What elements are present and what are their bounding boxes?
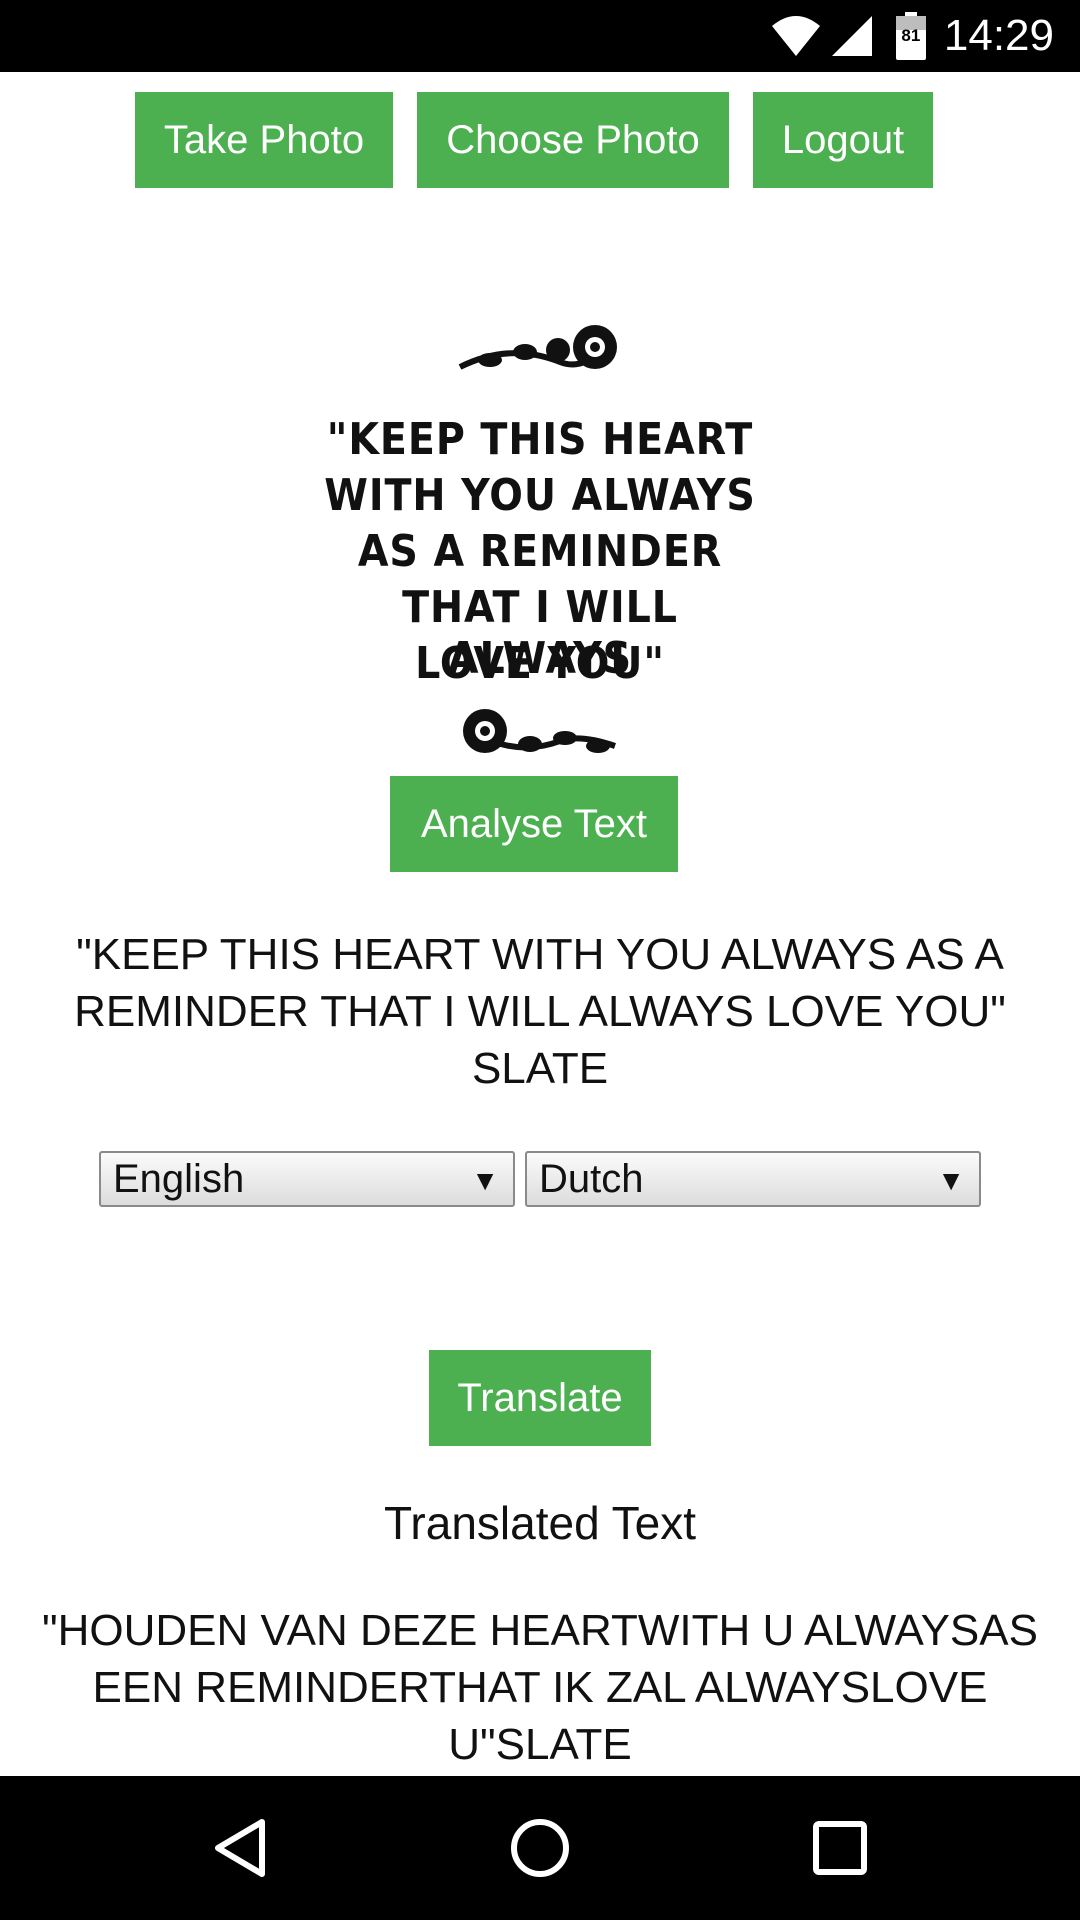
target-language-select[interactable]: Dutch ▼ — [525, 1151, 981, 1207]
navigation-bar — [0, 1776, 1080, 1920]
analyse-text-button[interactable]: Analyse Text — [390, 776, 678, 872]
main-content: Take Photo Choose Photo Logout "KEEP THI… — [0, 72, 1080, 1776]
photo-text-line: LOVE YOU" — [415, 638, 665, 689]
source-language-select[interactable]: English ▼ — [99, 1151, 515, 1207]
battery-icon: 81 — [895, 12, 926, 60]
photo-text-line: WITH YOU ALWAYS — [324, 470, 756, 521]
translate-button[interactable]: Translate — [429, 1350, 651, 1446]
source-language-value: English — [113, 1157, 245, 1201]
take-photo-button[interactable]: Take Photo — [135, 92, 393, 188]
translated-text: "HOUDEN VAN DEZE HEARTWITH U ALWAYSAS EE… — [42, 1606, 1038, 1769]
dropdown-arrow-icon: ▼ — [937, 1165, 965, 1196]
dropdown-arrow-icon: ▼ — [471, 1165, 499, 1196]
status-bar: 81 14:29 — [0, 0, 1080, 72]
battery-level: 81 — [901, 26, 921, 45]
recents-button[interactable] — [760, 1776, 920, 1920]
back-icon — [215, 1819, 265, 1877]
selected-photo: "KEEP THIS HEART WITH YOU ALWAYS AS A RE… — [300, 244, 780, 784]
home-button[interactable] — [460, 1776, 620, 1920]
home-icon — [511, 1819, 569, 1877]
photo-text-line: AS A REMINDER — [357, 526, 723, 577]
back-button[interactable] — [160, 1776, 320, 1920]
target-language-value: Dutch — [539, 1157, 644, 1201]
choose-photo-button[interactable]: Choose Photo — [417, 92, 729, 188]
recents-icon — [813, 1821, 867, 1875]
clock: 14:29 — [943, 11, 1054, 60]
rose-ornament-top-icon — [458, 325, 617, 370]
logout-button[interactable]: Logout — [753, 92, 933, 188]
cell-signal-icon — [830, 14, 874, 58]
photo-text-line: "KEEP THIS HEART — [326, 414, 754, 465]
analysed-text: "KEEP THIS HEART WITH YOU ALWAYS AS A RE… — [74, 930, 1006, 1093]
translated-text-heading: Translated Text — [384, 1497, 696, 1549]
status-icons: 81 14:29 — [770, 0, 1080, 72]
wifi-icon — [770, 14, 822, 58]
rose-ornament-bottom-icon — [463, 709, 616, 753]
